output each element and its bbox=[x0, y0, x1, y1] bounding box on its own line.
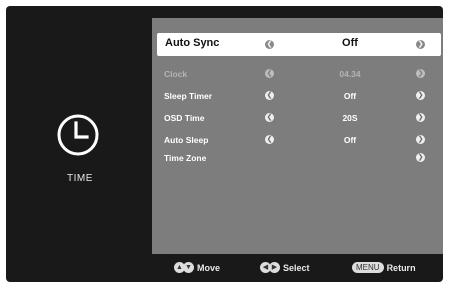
menu-row-osd-time[interactable]: OSD Time ❮ 20S ❯ bbox=[152, 108, 443, 130]
arrow-left-icon[interactable]: ❮ bbox=[265, 40, 274, 49]
menu-row-label: Clock bbox=[164, 69, 188, 79]
arrow-right-icon[interactable]: ❯ bbox=[416, 153, 425, 162]
menu-row-label: OSD Time bbox=[164, 113, 205, 123]
arrow-down-icon: ▼ bbox=[183, 262, 194, 274]
arrow-left-icon[interactable]: ❮ bbox=[265, 91, 274, 100]
hint-move: ▲ ▼ Move bbox=[174, 262, 221, 274]
menu-row-auto-sync[interactable]: Auto Sync ❮ Off ❯ bbox=[157, 33, 441, 56]
menu-row-clock: Clock ❮ 04.34 ❯ bbox=[152, 64, 443, 86]
hint-move-label: Move bbox=[197, 262, 221, 273]
menu-row-value: 04.34 bbox=[339, 69, 361, 79]
footer-hints: ▲ ▼ Move ◀ ▶ Select MENU Return bbox=[6, 254, 443, 282]
menu-row-value: Off bbox=[343, 135, 357, 145]
menu-row-label: Time Zone bbox=[164, 153, 207, 163]
menu-row-sleep-timer[interactable]: Sleep Timer ❮ Off ❯ bbox=[152, 86, 443, 108]
arrow-left-icon[interactable]: ❮ bbox=[265, 113, 274, 122]
arrow-right-icon[interactable]: ❯ bbox=[416, 135, 425, 144]
arrow-right-icon: ❯ bbox=[416, 69, 425, 78]
hint-return: MENU Return bbox=[352, 262, 416, 274]
arrow-right-icon[interactable]: ❯ bbox=[416, 91, 425, 100]
menu-row-label: Auto Sync bbox=[165, 37, 220, 49]
menu-row-label: Sleep Timer bbox=[164, 91, 213, 101]
time-menu: Auto Sync ❮ Off ❯ Clock ❮ 04.34 ❯ Sleep … bbox=[152, 18, 443, 254]
clock-icon bbox=[57, 114, 99, 156]
section-title: TIME bbox=[67, 173, 93, 184]
arrow-right-icon[interactable]: ❯ bbox=[416, 113, 425, 122]
arrow-left-icon: ❮ bbox=[265, 69, 274, 78]
hint-return-label: Return bbox=[386, 262, 416, 273]
arrow-right-icon[interactable]: ❯ bbox=[416, 40, 425, 49]
menu-row-value: Off bbox=[342, 37, 358, 49]
arrow-right-icon: ▶ bbox=[269, 262, 280, 274]
section-panel: TIME bbox=[6, 6, 154, 254]
menu-row-value: 20S bbox=[342, 113, 358, 123]
hint-select-label: Select bbox=[283, 262, 310, 273]
arrow-left-icon[interactable]: ❮ bbox=[265, 135, 274, 144]
hint-select: ◀ ▶ Select bbox=[260, 262, 310, 274]
menu-row-value: Off bbox=[343, 91, 357, 101]
menu-row-label: Auto Sleep bbox=[164, 135, 209, 145]
tv-screen: TIME Auto Sync ❮ Off ❯ Clock ❮ 04.34 ❯ S… bbox=[6, 6, 443, 282]
menu-row-time-zone[interactable]: Time Zone ❯ bbox=[152, 148, 443, 170]
menu-key-icon: MENU bbox=[352, 262, 384, 274]
